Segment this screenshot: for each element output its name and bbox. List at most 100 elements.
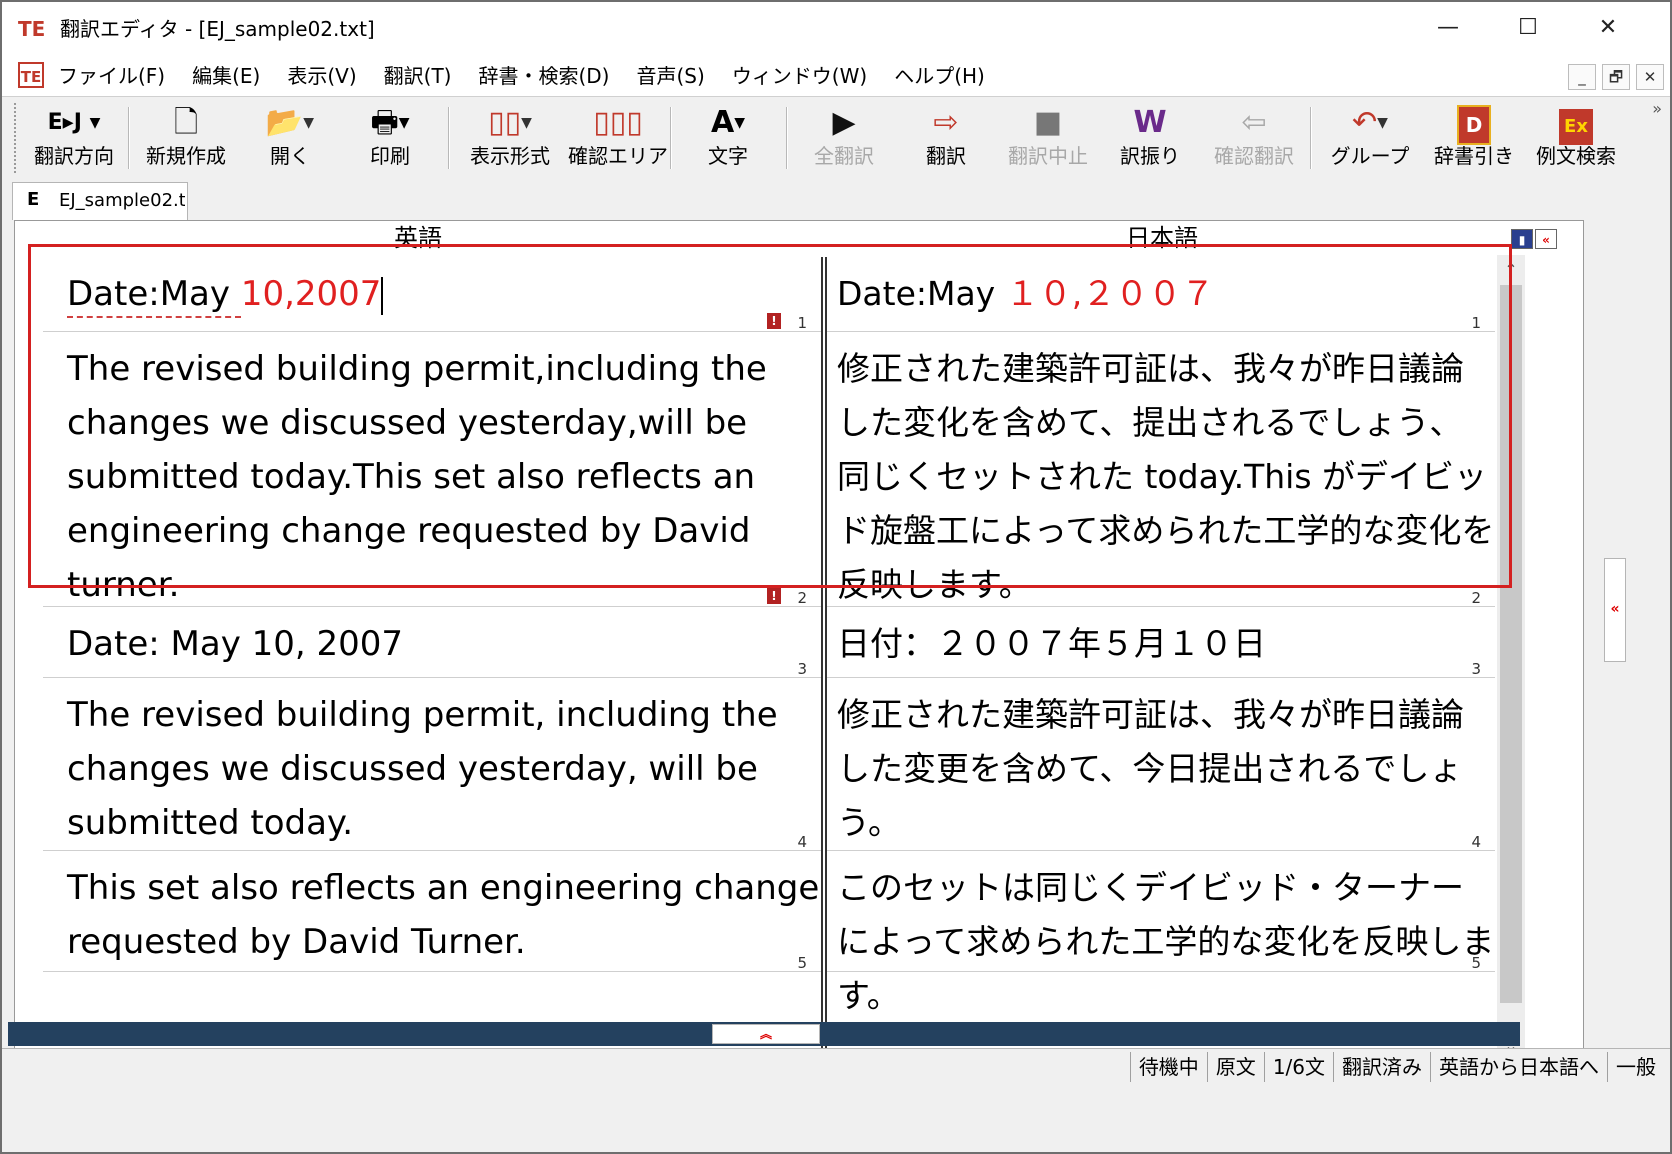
collapse-pane-icon[interactable]: « [1535,229,1557,249]
dictionary-lookup-button[interactable]: D 辞書引き [1426,103,1522,175]
target-text: このセットは同じくデイビッド・ターナーによって求められた工学的な変化を反映します… [837,868,1495,1015]
target-segment[interactable]: Date:May １０,２００７ 1 [827,257,1495,332]
menu-view[interactable]: 表示(V) [287,56,369,96]
back-translation-button[interactable]: ⇦ 確認翻訳 [1202,103,1306,175]
target-segment[interactable]: このセットは同じくデイビッド・ターナーによって求められた工学的な変化を反映します… [827,851,1495,1015]
warning-icon[interactable]: ! [767,313,781,329]
app-logo-icon: TE [18,17,46,41]
status-bar: 待機中 原文 1/6文 翻訳済み 英語から日本語へ 一般 [2,1048,1670,1085]
sync-scroll-icon[interactable]: ▮ [1511,229,1533,249]
english-column-header: 英語 [394,224,442,252]
close-button[interactable]: ✕ [1578,8,1638,48]
source-date-text: 10,2007 [240,274,382,314]
segment-number: 5 [797,954,807,972]
new-file-icon: 🗋 [173,105,199,140]
play-icon: ▶ [832,105,856,140]
text-cursor [381,276,384,315]
source-segment[interactable]: The revised building permit,including th… [43,332,821,607]
menu-window[interactable]: ウィンドウ(W) [732,56,880,96]
source-segment[interactable]: The revised building permit, including t… [43,678,821,851]
toolbar-separator [128,107,130,169]
source-text: Date:May [67,274,241,318]
menu-file[interactable]: ファイル(F) [58,56,178,96]
interlinear-icon: W [1133,105,1167,140]
split-view-icon: ▯▯▼ [488,105,532,140]
translation-editor: 英語 日本語 ▮ « Date:May 10,2007 ! 1 The revis… [14,220,1584,1062]
menu-translate[interactable]: 翻訳(T) [384,56,465,96]
status-source: 原文 [1206,1052,1264,1082]
document-tab-strip: E EJ_sample02.t [2,178,1670,220]
three-pane-icon: ▯▯▯ [593,105,643,140]
target-segment[interactable]: 修正された建築許可証は、我々が昨日議論した変更を含めて、今日提出されるでしょう。… [827,678,1495,851]
segment-number: 1 [797,314,807,332]
target-segment[interactable]: 修正された建築許可証は、我々が昨日議論した変化を含めて、提出されるでしょう、同じ… [827,332,1495,607]
warning-icon[interactable]: ! [767,588,781,604]
header-tools: ▮ « [1511,229,1559,249]
english-pane[interactable]: Date:May 10,2007 ! 1 The revised buildin… [43,257,821,1061]
toolbar-grip[interactable] [14,103,20,173]
japanese-pane[interactable]: Date:May １０,２００７ 1 修正された建築許可証は、我々が昨日議論した… [827,257,1583,1061]
example-sentence-icon: Ex [1526,103,1626,145]
document-icon[interactable]: TE [18,62,44,88]
source-segment[interactable]: Date:May 10,2007 ! 1 [43,257,821,332]
target-date-text: １０,２００７ [1005,274,1215,313]
toolbar-overflow-icon[interactable]: » [1652,99,1662,118]
menu-bar: TE ファイル(F) 編集(E) 表示(V) 翻訳(T) 辞書・検索(D) 音声… [2,56,1670,96]
translation-direction-button[interactable]: E▸J ▼ 翻訳方向 [26,103,122,175]
group-button[interactable]: ↶▼ グループ [1318,103,1422,175]
tab-label: EJ_sample02.t [59,190,185,211]
tab-ej-sample02[interactable]: E EJ_sample02.t [12,182,188,220]
menu-help[interactable]: ヘルプ(H) [894,56,998,96]
segment-number: 5 [1471,954,1481,972]
segment-number: 2 [797,589,807,607]
group-undo-icon: ↶▼ [1352,105,1388,140]
stop-translation-button[interactable]: ■ 翻訳中止 [1000,103,1096,175]
stop-icon: ■ [1033,105,1063,140]
target-segment[interactable]: 日付：２００７年５月１０日 3 [827,607,1495,678]
back-arrow-icon: ⇦ [1241,105,1267,140]
folder-open-icon: 📂▼ [265,105,315,140]
source-segment[interactable]: Date: May 10, 2007 3 [43,607,821,678]
print-button[interactable]: 🖶▼ 印刷 [342,103,438,175]
menu-voice[interactable]: 音声(S) [637,56,718,96]
vertical-scrollbar[interactable]: ⌃ ⌄ [1497,255,1525,1061]
maximize-button[interactable]: ☐ [1498,8,1558,48]
translate-arrow-icon: ⇨ [933,105,959,140]
font-button[interactable]: A▼ 文字 [680,103,776,175]
toolbar-separator [1310,107,1312,169]
menu-edit[interactable]: 編集(E) [192,56,273,96]
mdi-minimize-button[interactable]: _ [1568,64,1596,90]
expand-up-icon[interactable]: ︽ [712,1024,820,1044]
source-segment[interactable]: This set also reflects an engineering ch… [43,851,821,972]
segment-number: 4 [1471,833,1481,851]
target-text: Date:May [837,274,1006,313]
status-state: 待機中 [1129,1052,1207,1082]
app-window: TE 翻訳エディタ - [EJ_sample02.txt] — ☐ ✕ TE フ… [0,0,1672,1154]
menu-dictionary-search[interactable]: 辞書・検索(D) [478,56,622,96]
display-format-button[interactable]: ▯▯▼ 表示形式 [458,103,562,175]
dictionary-icon: D [1426,103,1522,145]
source-text: This set also reflects an engineering ch… [67,868,820,962]
scrollbar-thumb[interactable] [1500,285,1522,1003]
translate-all-button[interactable]: ▶ 全翻訳 [796,103,892,175]
scroll-up-icon[interactable]: ⌃ [1497,255,1525,285]
segment-number: 4 [797,833,807,851]
segment-number: 3 [797,660,807,678]
example-search-button[interactable]: Ex 例文検索 [1526,103,1626,175]
target-text: 修正された建築許可証は、我々が昨日議論した変化を含めて、提出されるでしょう、同じ… [837,349,1495,604]
expand-panel-icon[interactable]: « [1604,558,1626,662]
confirmation-area-button[interactable]: ▯▯▯ 確認エリア [566,103,670,175]
minimize-button[interactable]: — [1418,8,1478,48]
status-sentence-count: 1/6文 [1263,1052,1333,1082]
segment-number: 1 [1471,314,1481,332]
new-document-button[interactable]: 🗋 新規作成 [138,103,234,175]
title-bar: TE 翻訳エディタ - [EJ_sample02.txt] — ☐ ✕ [2,2,1670,56]
right-side-panel [1584,220,1670,1062]
confirmation-area-splitter[interactable]: ︽ [8,1022,1520,1046]
interlinear-button[interactable]: W 訳振り [1102,103,1198,175]
mdi-close-button[interactable]: ✕ [1636,64,1664,90]
japanese-column-header: 日本語 [1126,224,1198,252]
translate-button[interactable]: ⇨ 翻訳 [898,103,994,175]
open-button[interactable]: 📂▼ 開く [242,103,338,175]
mdi-restore-button[interactable]: 🗗 [1602,64,1630,90]
